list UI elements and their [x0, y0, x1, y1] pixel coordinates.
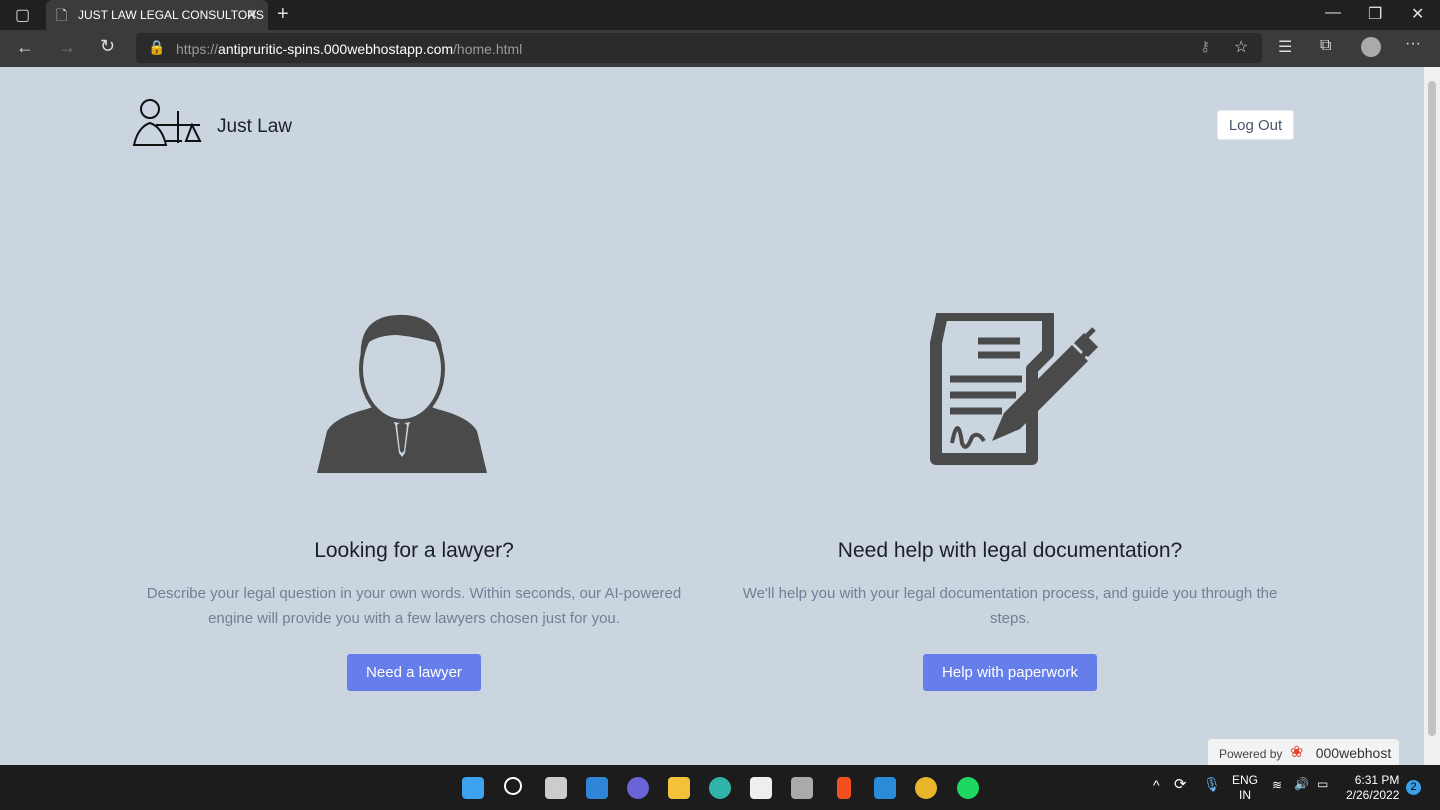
- language-indicator[interactable]: ENG IN: [1232, 773, 1258, 803]
- profile-avatar[interactable]: [1361, 37, 1381, 57]
- wifi-icon[interactable]: ≋: [1272, 778, 1282, 793]
- battery-icon[interactable]: ▭: [1317, 777, 1328, 792]
- more-icon[interactable]: ···: [1405, 35, 1421, 53]
- tray-chevron-icon[interactable]: ^: [1153, 778, 1160, 793]
- vscode-icon[interactable]: [874, 777, 896, 799]
- url-input[interactable]: 🔒 https://antipruritic-spins.000webhosta…: [136, 33, 1262, 63]
- chat-icon[interactable]: [627, 777, 649, 799]
- sync-icon[interactable]: ⟳: [1174, 777, 1187, 792]
- help-paperwork-button[interactable]: Help with paperwork: [923, 654, 1097, 691]
- document-sign-icon: [930, 313, 1098, 465]
- url-path: /home.html: [453, 41, 523, 57]
- chrome-icon[interactable]: [915, 777, 937, 799]
- lawyer-icon: [317, 314, 487, 473]
- refresh-icon[interactable]: ↻: [100, 36, 115, 57]
- card-text: We'll help you with your legal documenta…: [742, 585, 1278, 627]
- brand-name[interactable]: Just Law: [217, 116, 292, 138]
- scrollbar[interactable]: [1424, 67, 1440, 765]
- minimize-icon[interactable]: —: [1325, 4, 1341, 22]
- lock-icon[interactable]: 🔒: [148, 39, 165, 56]
- notification-badge[interactable]: 2: [1406, 780, 1421, 795]
- powered-label: Powered by: [1219, 747, 1283, 761]
- card-title: Need help with legal documentation?: [837, 539, 1183, 562]
- logo-scales-icon: [132, 99, 202, 146]
- volume-icon[interactable]: 🔊: [1294, 777, 1309, 792]
- badge-brand: 000webhost: [1315, 745, 1392, 761]
- powered-by-badge[interactable]: Powered by ❀ 000webhost: [1208, 739, 1399, 765]
- lawyer-card: Looking for a lawyer? Describe your lega…: [134, 539, 694, 691]
- tab-actions-icon[interactable]: ▢: [15, 5, 30, 25]
- new-tab-icon[interactable]: +: [277, 3, 289, 26]
- page-icon: 🗋: [56, 7, 68, 23]
- store-icon[interactable]: [750, 777, 772, 799]
- favorites-icon[interactable]: ☰: [1278, 37, 1292, 57]
- close-tab-icon[interactable]: ✕: [246, 6, 258, 23]
- restore-icon[interactable]: ❐: [1368, 4, 1382, 24]
- search-icon[interactable]: [504, 777, 522, 795]
- taskbar: ^ ⟳ 🎙 ENG IN ≋ 🔊 ▭ 6:31 PM 2/26/2022 2: [0, 765, 1440, 810]
- microphone-icon[interactable]: 🎙: [1203, 777, 1221, 792]
- widgets-icon[interactable]: [586, 777, 608, 799]
- app-icon[interactable]: [791, 777, 813, 799]
- tab-title: JUST LAW LEGAL CONSULTORS: [78, 8, 264, 22]
- url-scheme: https://: [176, 41, 219, 57]
- start-icon[interactable]: [462, 777, 484, 799]
- card-text: Describe your legal question in your own…: [146, 585, 682, 627]
- logout-button[interactable]: Log Out: [1217, 110, 1294, 140]
- spotify-icon[interactable]: [957, 777, 979, 799]
- need-lawyer-button[interactable]: Need a lawyer: [347, 654, 481, 691]
- tab-bar: ▢ 🗋 JUST LAW LEGAL CONSULTORS ✕ + — ❐ ✕: [0, 0, 1440, 30]
- page-content: Just Law Log Out Looking for a lawyer? D…: [0, 67, 1424, 765]
- clock[interactable]: 6:31 PM 2/26/2022: [1346, 773, 1399, 803]
- webhost-logo-icon: ❀: [1290, 744, 1304, 761]
- figma-icon[interactable]: [837, 777, 851, 799]
- collections-icon[interactable]: ⧉: [1320, 37, 1331, 55]
- add-favorite-icon[interactable]: ☆: [1234, 37, 1248, 57]
- paperwork-card: Need help with legal documentation? We'l…: [730, 539, 1290, 691]
- back-icon[interactable]: ←: [16, 37, 34, 58]
- edge-icon[interactable]: [709, 777, 731, 799]
- key-icon[interactable]: ⚷: [1200, 38, 1210, 55]
- scrollbar-thumb[interactable]: [1428, 81, 1436, 736]
- close-window-icon[interactable]: ✕: [1411, 4, 1424, 24]
- url-host: antipruritic-spins.000webhostapp.com: [218, 41, 454, 57]
- tab-active[interactable]: 🗋 JUST LAW LEGAL CONSULTORS ✕: [46, 0, 268, 30]
- card-title: Looking for a lawyer?: [314, 539, 514, 562]
- task-view-icon[interactable]: [545, 777, 567, 799]
- forward-icon[interactable]: →: [58, 37, 76, 58]
- address-bar: ← → ↻ 🔒 https://antipruritic-spins.000we…: [0, 30, 1440, 67]
- file-explorer-icon[interactable]: [668, 777, 690, 799]
